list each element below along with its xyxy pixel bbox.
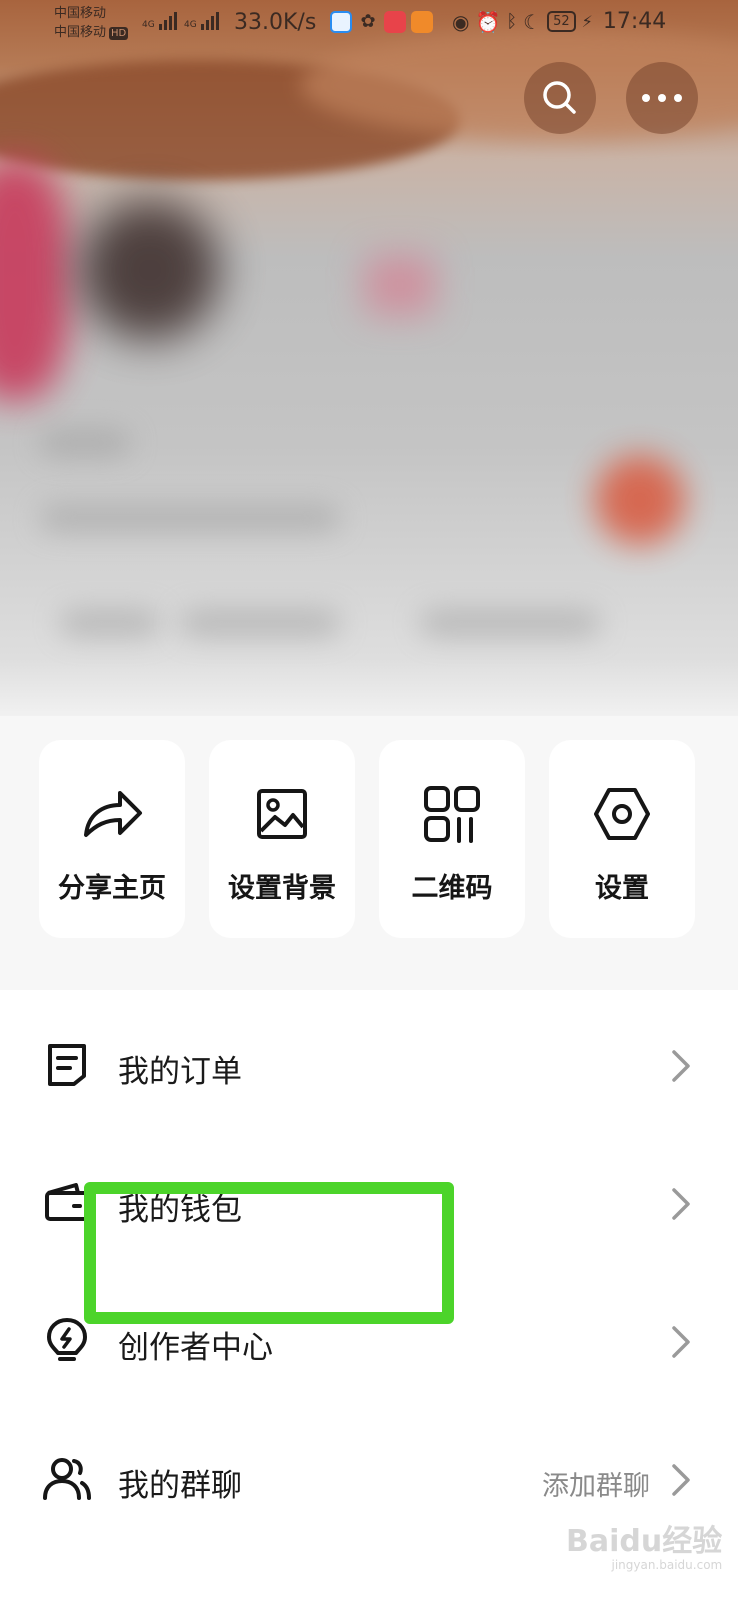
avatar[interactable] [80, 200, 220, 340]
blurred-bio [40, 505, 340, 531]
notification-icons: ✿ [330, 11, 433, 33]
signal-1-icon: 4G [142, 12, 177, 30]
blurred-area [365, 255, 435, 315]
more-icon [642, 94, 682, 102]
clock: 17:44 [602, 9, 667, 34]
quick-actions: 分享主页 设置背景 二维码 设置 [0, 716, 738, 990]
carrier-1: 中国移动 [54, 6, 107, 21]
quick-action-label: 设置 [595, 873, 649, 904]
moon-icon: ☾ [523, 9, 542, 34]
blurred-stat [60, 610, 160, 636]
blurred-name [40, 430, 130, 456]
alarm-icon: ⏰ [475, 9, 501, 34]
system-icons: ◉ ⏰ ᛒ ☾ 52 ⚡ 17:44 [452, 9, 666, 34]
qrcode-button[interactable]: 二维码 [379, 740, 525, 938]
lightbulb-icon [42, 1316, 92, 1366]
huawei-app-icon [384, 11, 406, 33]
blurred-stat [180, 610, 340, 636]
blurred-badge [595, 455, 685, 545]
blurred-area [0, 160, 70, 400]
settings-icon [590, 782, 654, 846]
menu-item-label: 我的群聊 [118, 1468, 242, 1504]
carrier-2: 中国移动 [54, 25, 107, 40]
blurred-stat [420, 610, 600, 636]
watermark: Baidu经验 jingyan.baidu.com [566, 1524, 723, 1572]
chevron-right-icon [672, 1050, 690, 1082]
network-speed: 33.0K/s [234, 10, 317, 35]
order-icon [42, 1040, 92, 1090]
share-homepage-button[interactable]: 分享主页 [39, 740, 185, 938]
chevron-right-icon [672, 1464, 690, 1496]
menu-item-label: 创作者中心 [118, 1330, 273, 1366]
highlight-box [84, 1182, 454, 1324]
quick-action-label: 设置背景 [228, 873, 336, 904]
more-button[interactable] [626, 62, 698, 134]
search-icon [543, 81, 576, 114]
status-bar: 中国移动 中国移动 HD 4G 4G 33.0K/s ✿ ◉ ⏰ ᛒ ☾ 52 ⚡… [0, 0, 738, 48]
bluetooth-icon: ᛒ [506, 11, 518, 32]
search-button[interactable] [524, 62, 596, 134]
group-icon [42, 1454, 92, 1504]
qrcode-icon [420, 782, 484, 846]
carrier-info: 中国移动 中国移动 HD [54, 4, 129, 42]
quick-action-label: 分享主页 [58, 873, 166, 904]
image-icon [250, 782, 314, 846]
chevron-right-icon [672, 1326, 690, 1358]
share-icon [80, 782, 144, 846]
chevron-right-icon [672, 1188, 690, 1220]
browser-app-icon [330, 11, 352, 33]
settings-button[interactable]: 设置 [549, 740, 695, 938]
quick-action-label: 二维码 [411, 873, 493, 904]
signal-2-icon: 4G [184, 12, 219, 30]
add-group-chat-link[interactable]: 添加群聊 [542, 1464, 650, 1503]
menu-item-orders[interactable]: 我的订单 [0, 1008, 738, 1128]
hd-badge: HD [109, 27, 129, 40]
battery-indicator: 52 [547, 11, 576, 32]
weibo-icon: ✿ [360, 11, 376, 32]
video-app-icon [411, 11, 433, 33]
eye-icon: ◉ [452, 9, 470, 34]
set-background-button[interactable]: 设置背景 [209, 740, 355, 938]
charging-icon: ⚡ [581, 12, 593, 31]
menu-item-label: 我的订单 [118, 1054, 242, 1090]
